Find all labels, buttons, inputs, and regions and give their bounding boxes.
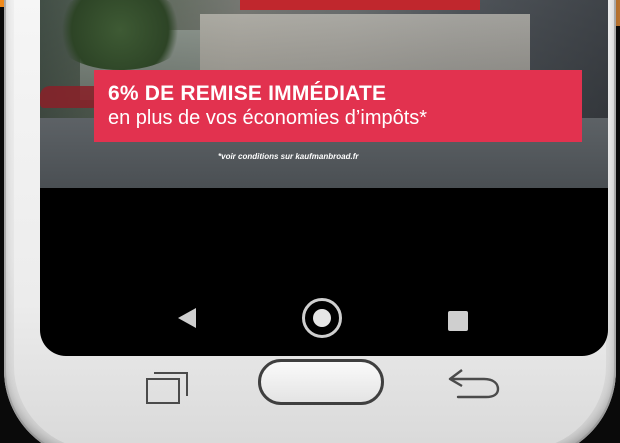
ad-banner[interactable]: 6% DE REMISE IMMÉDIATE en plus de vos éc… xyxy=(40,0,608,188)
recent-apps-icon[interactable] xyxy=(146,372,188,404)
promo-disclaimer: *voir conditions sur kaufmanbroad.fr xyxy=(218,152,359,161)
recent-apps-front-rect xyxy=(146,378,180,404)
home-button[interactable] xyxy=(258,359,384,405)
back-arrow-icon[interactable] xyxy=(444,366,502,400)
screenshot-frame: 6% DE REMISE IMMÉDIATE en plus de vos éc… xyxy=(0,0,620,443)
recents-square-icon[interactable] xyxy=(448,311,468,331)
storefront-red-sign xyxy=(240,0,480,10)
promo-headline: 6% DE REMISE IMMÉDIATE xyxy=(108,82,387,105)
promo-box: 6% DE REMISE IMMÉDIATE en plus de vos éc… xyxy=(94,70,582,142)
promo-subline: en plus de vos économies d’impôts* xyxy=(108,107,428,129)
home-circle-icon[interactable] xyxy=(302,298,342,338)
phone-screen: 6% DE REMISE IMMÉDIATE en plus de vos éc… xyxy=(40,0,608,356)
phone-body: 6% DE REMISE IMMÉDIATE en plus de vos éc… xyxy=(4,0,616,443)
back-triangle-icon[interactable] xyxy=(178,308,196,328)
